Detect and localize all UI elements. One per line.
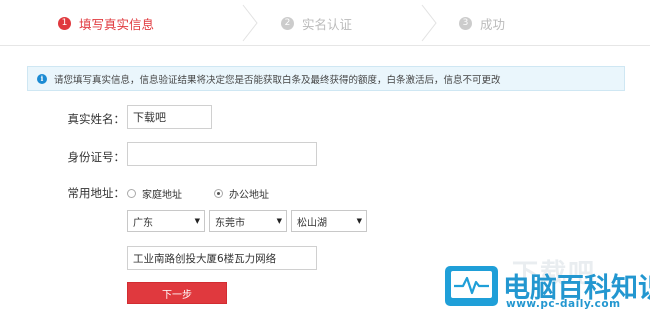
district-select[interactable]: 松山湖 ▼ [291,210,367,232]
info-icon: i [37,73,47,84]
info-notice: i 请您填写真实信息，信息验证结果将决定您是否能获取白条及最终获得的额度，白条激… [27,66,625,91]
city-select-value: 东莞市 [215,217,245,229]
province-select-value: 广东 [133,217,153,229]
notice-text: 请您填写真实信息，信息验证结果将决定您是否能获取白条及最终获得的额度，白条激活后… [54,74,501,86]
pulse-icon [454,276,489,295]
chevron-down-icon: ▼ [276,217,282,225]
address-label: 常用地址： [67,186,126,200]
step-separator-icon [242,4,258,42]
step-1-number: 1 [58,16,71,30]
watermark-logo-icon [445,266,498,306]
real-name-label: 真实姓名： [67,112,126,126]
chevron-down-icon: ▼ [194,217,200,225]
step-3: 3 成功 [459,13,505,33]
step-3-label: 成功 [480,16,506,32]
step-3-number: 3 [459,16,472,30]
next-step-button[interactable]: 下一步 [127,282,227,304]
home-address-radio-label[interactable]: 家庭地址 [142,186,182,201]
id-number-input[interactable] [127,142,317,166]
step-1: 1 填写真实信息 [58,13,154,33]
office-address-radio[interactable] [214,189,223,198]
office-address-radio-label[interactable]: 办公地址 [229,186,269,201]
detail-address-input[interactable] [127,246,317,270]
home-address-radio[interactable] [127,189,136,198]
step-2-label: 实名认证 [302,16,353,32]
real-name-input[interactable] [127,105,212,129]
id-number-label: 身份证号： [67,150,126,164]
watermark-url: www.pc-daily.com [506,298,621,310]
address-type-radio-group: 家庭地址 办公地址 [127,186,301,201]
step-2: 2 实名认证 [281,13,352,33]
city-select[interactable]: 东莞市 ▼ [209,210,287,232]
step-1-label: 填写真实信息 [79,16,155,32]
step-progress-bar: 1 填写真实信息 2 实名认证 3 成功 [0,0,650,46]
district-select-value: 松山湖 [297,217,327,229]
step-2-number: 2 [281,16,294,30]
step-separator-icon [421,4,437,42]
chevron-down-icon: ▼ [356,217,362,225]
province-select[interactable]: 广东 ▼ [127,210,205,232]
